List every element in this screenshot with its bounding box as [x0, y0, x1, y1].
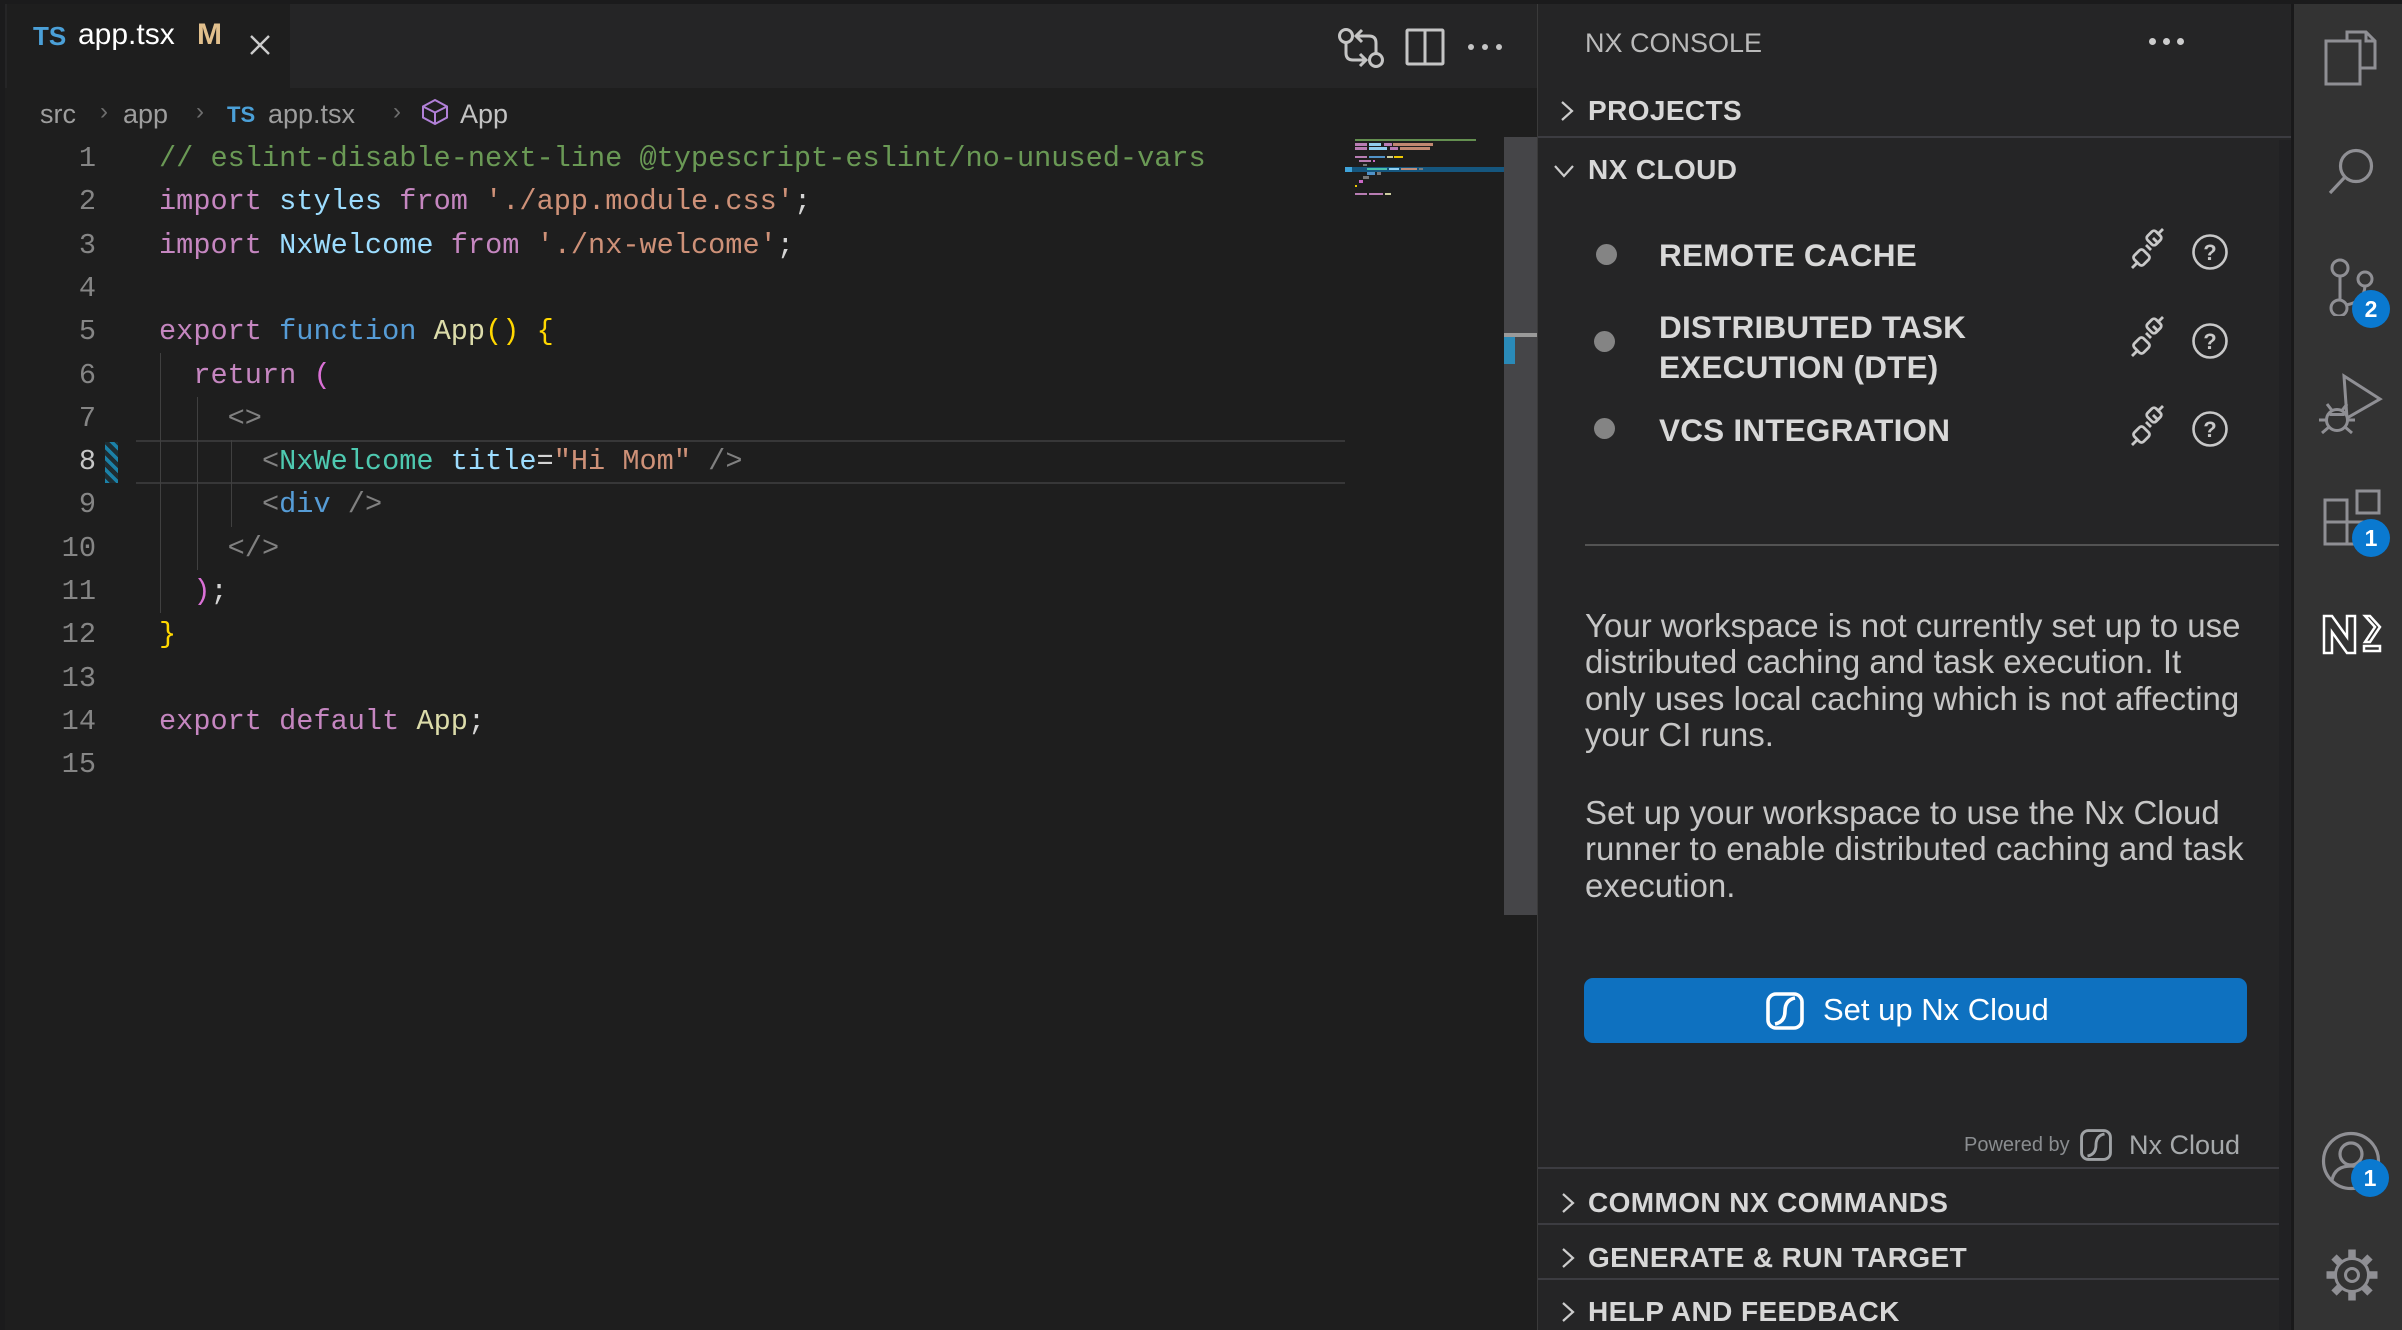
svg-text:?: ? — [2203, 240, 2216, 265]
svg-text:?: ? — [2203, 329, 2216, 354]
svg-text:?: ? — [2203, 417, 2216, 442]
